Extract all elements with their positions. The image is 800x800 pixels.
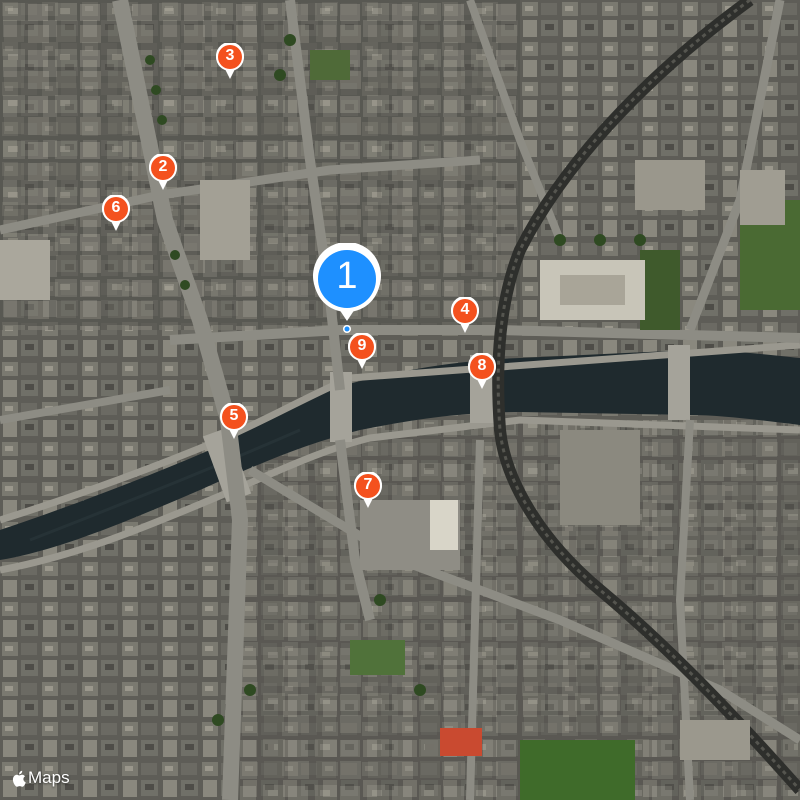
- green-space: [350, 640, 405, 675]
- bridge: [668, 345, 690, 420]
- pin-label: 2: [158, 158, 168, 175]
- pin-label: 5: [229, 407, 239, 424]
- map-pin-1[interactable]: 1: [311, 243, 383, 333]
- pin-label: 1: [336, 255, 358, 297]
- map-pin-5[interactable]: 5: [219, 403, 249, 441]
- satellite-map[interactable]: 1 2 3 4 5 6 7 8 9 Maps: [0, 0, 800, 800]
- attribution-text: Maps: [28, 768, 70, 787]
- map-attribution[interactable]: Maps: [12, 768, 70, 788]
- map-pin-6[interactable]: 6: [101, 195, 131, 233]
- map-pin-3[interactable]: 3: [215, 43, 245, 81]
- satellite-imagery: [0, 0, 800, 800]
- pin-label: 6: [111, 199, 121, 216]
- pin-label: 7: [363, 476, 373, 493]
- apple-logo-icon: [12, 770, 26, 787]
- red-roof-building: [440, 728, 482, 756]
- pin-label: 9: [357, 337, 367, 354]
- map-pin-2[interactable]: 2: [148, 154, 178, 192]
- pin-label: 8: [477, 357, 487, 374]
- park: [520, 740, 635, 800]
- pin-label: 3: [225, 47, 235, 64]
- pin-label: 4: [460, 301, 470, 318]
- map-pin-8[interactable]: 8: [467, 353, 497, 391]
- map-pin-9[interactable]: 9: [347, 333, 377, 371]
- map-pin-4[interactable]: 4: [450, 297, 480, 335]
- map-pin-7[interactable]: 7: [353, 472, 383, 510]
